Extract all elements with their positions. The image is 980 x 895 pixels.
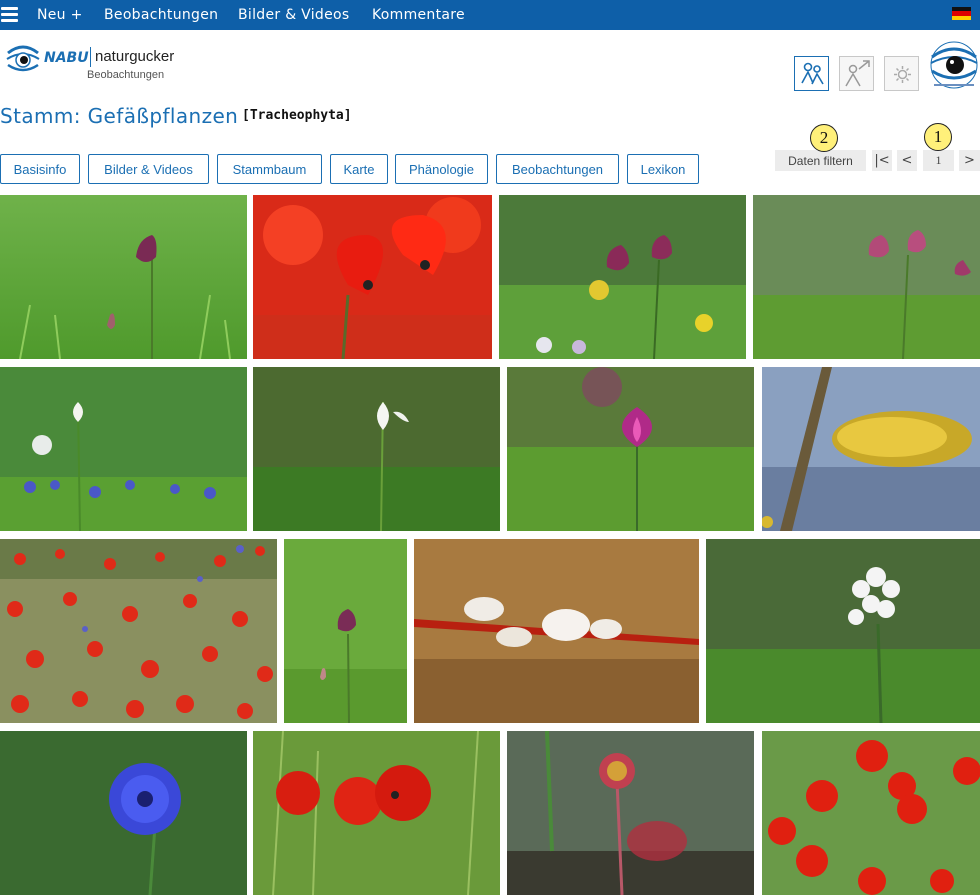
iris-photo[interactable] [507, 367, 754, 531]
fritillaries-photo[interactable] [499, 195, 746, 359]
tab-lexikon[interactable]: Lexikon [627, 154, 699, 184]
next-page-button[interactable]: > [959, 150, 980, 171]
fritillary-photo[interactable] [284, 539, 407, 723]
german-flag-icon[interactable] [952, 7, 971, 20]
filter-data-button[interactable]: Daten filtern [775, 150, 866, 171]
previous-page-button[interactable]: < [897, 150, 917, 171]
annotation-marker-2: 2 [810, 124, 838, 152]
sundew-photo[interactable] [507, 731, 754, 895]
cornflower-photo[interactable] [0, 731, 247, 895]
tab-phaenologie[interactable]: Phänologie [395, 154, 488, 184]
tab-images-videos[interactable]: Bilder & Videos [88, 154, 209, 184]
logo-brand: NABU [44, 50, 89, 66]
pussy-willow-photo[interactable] [414, 539, 699, 723]
tab-basisinfo[interactable]: Basisinfo [0, 154, 80, 184]
top-navigation-bar: Neu + Beobachtungen Bilder & Videos Komm… [0, 0, 980, 30]
poppies-photo[interactable] [762, 731, 980, 895]
nav-images-videos[interactable]: Bilder & Videos [238, 7, 349, 23]
snowdrop-photo[interactable] [253, 367, 500, 531]
first-page-button[interactable]: |< [872, 150, 892, 171]
hamburger-menu-icon[interactable] [1, 7, 18, 23]
logo-name: naturgucker [95, 48, 175, 65]
nabu-eye-logo-icon[interactable] [6, 43, 40, 73]
logo-subtitle: Beobachtungen [87, 69, 165, 81]
snowflake-photo[interactable] [0, 367, 247, 531]
current-page-field[interactable]: 1 [923, 150, 954, 171]
scientific-name: [Tracheophyta] [242, 108, 352, 123]
white-hyacinth-photo[interactable] [706, 539, 980, 723]
poppy-field-photo[interactable] [0, 539, 277, 723]
people-icon[interactable] [794, 56, 829, 91]
naturgucker-eye-logo[interactable] [928, 41, 980, 91]
willow-catkin-photo[interactable] [762, 367, 980, 531]
page-title: Stamm: Gefäßpflanzen [0, 104, 239, 128]
fritillaries-photo[interactable] [753, 195, 980, 359]
nav-comments[interactable]: Kommentare [372, 7, 465, 23]
nav-new[interactable]: Neu + [37, 7, 83, 23]
poppies-photo[interactable] [253, 195, 492, 359]
annotation-marker-1: 1 [924, 123, 952, 151]
person-share-icon[interactable] [839, 56, 874, 91]
nav-observations[interactable]: Beobachtungen [104, 7, 218, 23]
tab-observations[interactable]: Beobachtungen [496, 154, 619, 184]
poppies-photo[interactable] [253, 731, 500, 895]
tab-karte[interactable]: Karte [330, 154, 388, 184]
tab-stammbaum[interactable]: Stammbaum [217, 154, 322, 184]
settings-icon[interactable] [884, 56, 919, 91]
logo-divider [90, 47, 91, 67]
fritillary-photo[interactable] [0, 195, 247, 359]
